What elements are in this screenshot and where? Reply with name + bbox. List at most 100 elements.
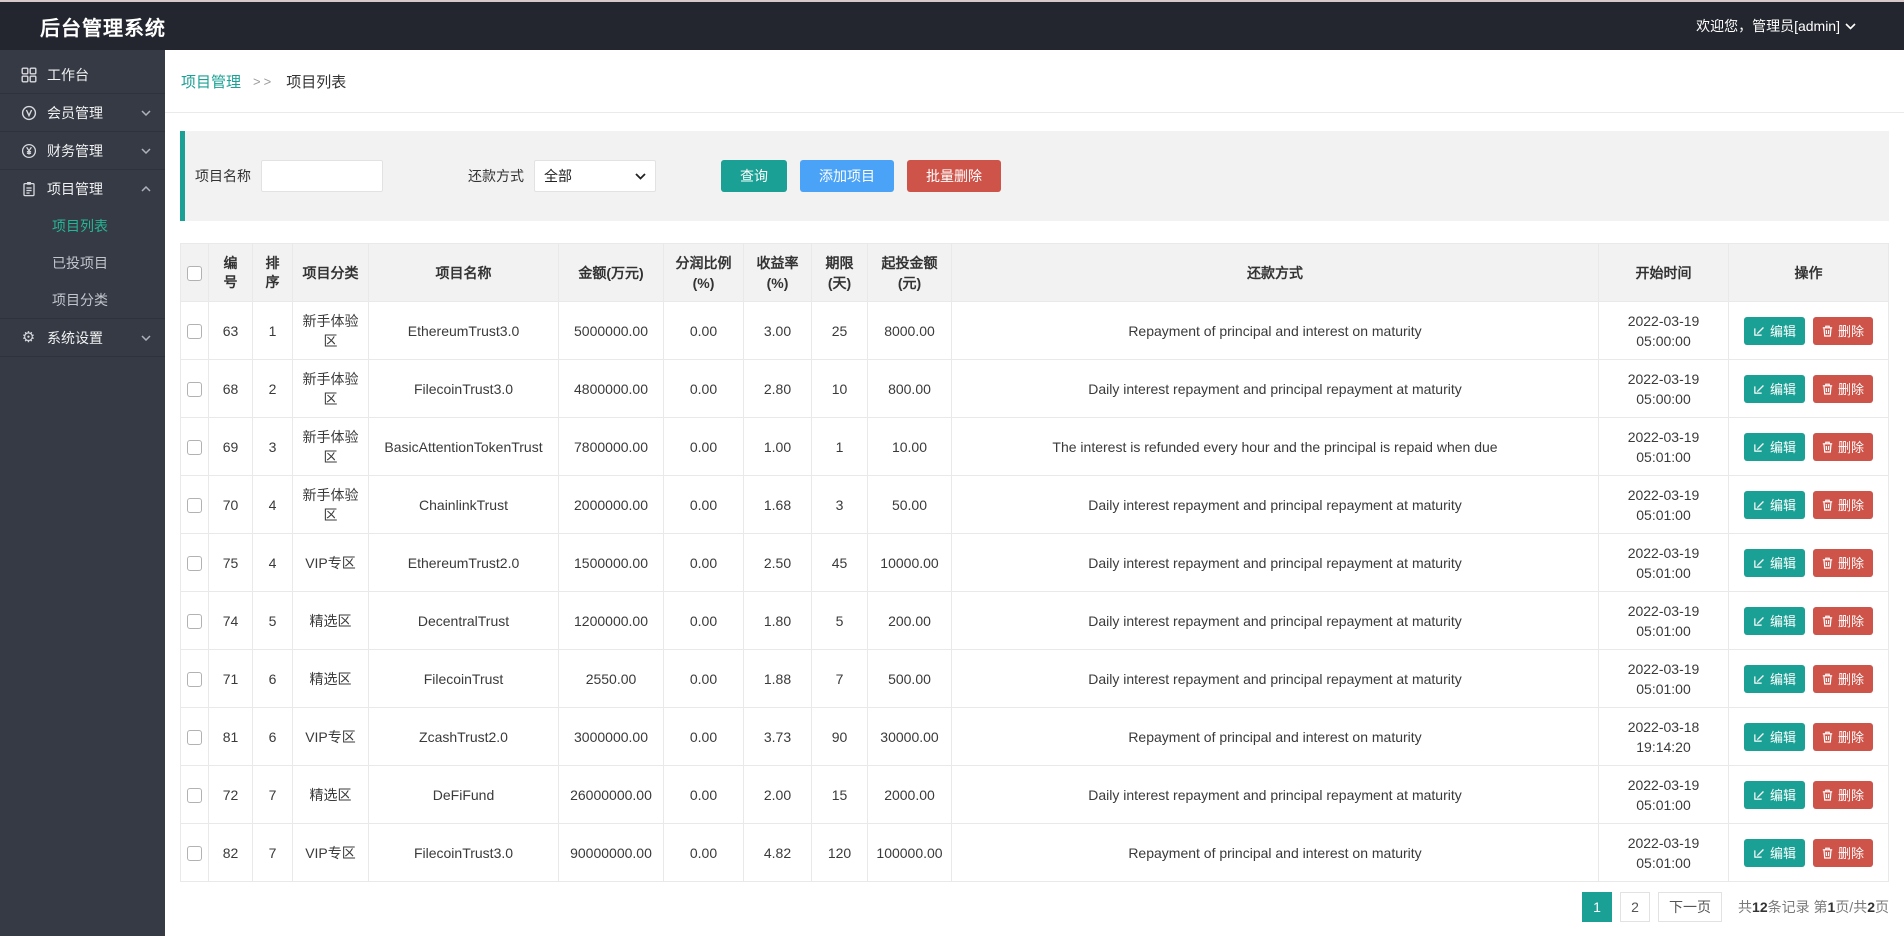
edit-button[interactable]: 编辑: [1744, 375, 1805, 403]
cell-name: BasicAttentionTokenTrust: [369, 418, 559, 476]
pagination-summary: 共12条记录 第1页/共2页: [1738, 897, 1889, 917]
delete-button[interactable]: 删除: [1813, 781, 1873, 809]
delete-button[interactable]: 删除: [1813, 375, 1873, 403]
cell-share-ratio: 0.00: [664, 360, 744, 418]
cell-select: [181, 824, 209, 882]
delete-button[interactable]: 删除: [1813, 607, 1873, 635]
batch-delete-button[interactable]: 批量删除: [907, 160, 1001, 192]
delete-button[interactable]: 删除: [1813, 433, 1873, 461]
cell-amount: 4800000.00: [559, 360, 664, 418]
edit-button[interactable]: 编辑: [1744, 665, 1805, 693]
cell-term: 15: [812, 766, 868, 824]
cell-category: VIP专区: [293, 708, 369, 766]
header-min-invest: 起投金额(元): [868, 244, 952, 302]
edit-button[interactable]: 编辑: [1744, 433, 1805, 461]
cell-start-time: 2022-03-19 05:01:00: [1599, 824, 1729, 882]
summary-part: 页/共: [1835, 899, 1867, 915]
cell-min-invest: 200.00: [868, 592, 952, 650]
cell-repay-method: Daily interest repayment and principal r…: [952, 650, 1599, 708]
cell-sort: 7: [253, 824, 293, 882]
edit-button[interactable]: 编辑: [1744, 549, 1805, 577]
edit-button[interactable]: 编辑: [1744, 317, 1805, 345]
cell-term: 45: [812, 534, 868, 592]
main-content: 项目管理 >> 项目列表 项目名称 还款方式 全部 查询 添加项目 批量删除: [165, 50, 1904, 936]
cell-actions: 编辑 删除: [1729, 476, 1889, 534]
cell-id: 63: [209, 302, 253, 360]
add-project-button[interactable]: 添加项目: [800, 160, 894, 192]
delete-button[interactable]: 删除: [1813, 549, 1873, 577]
sidebar-item-projects[interactable]: 项目管理: [0, 170, 165, 207]
row-checkbox[interactable]: [187, 382, 202, 397]
page-button-1[interactable]: 1: [1582, 892, 1612, 922]
sidebar-item-workbench[interactable]: 工作台: [0, 56, 165, 93]
edit-icon: [1753, 673, 1765, 685]
chevron-down-icon: [635, 173, 646, 180]
table-header-row: 编号 排序 项目分类 项目名称 金额(万元) 分润比例(%) 收益率(%) 期限…: [181, 244, 1889, 302]
sidebar-subitem-invested-projects[interactable]: 已投项目: [0, 244, 165, 281]
cell-min-invest: 30000.00: [868, 708, 952, 766]
page-button-2[interactable]: 2: [1620, 892, 1650, 922]
repay-method-select[interactable]: 全部: [534, 160, 656, 192]
cell-start-time: 2022-03-19 05:01:00: [1599, 592, 1729, 650]
cell-name: DecentralTrust: [369, 592, 559, 650]
table-body: 63 1 新手体验区 EthereumTrust3.0 5000000.00 0…: [181, 302, 1889, 882]
delete-button[interactable]: 删除: [1813, 839, 1873, 867]
row-checkbox[interactable]: [187, 440, 202, 455]
delete-button[interactable]: 删除: [1813, 665, 1873, 693]
filter-panel: 项目名称 还款方式 全部 查询 添加项目 批量删除: [180, 131, 1889, 221]
cell-sort: 3: [253, 418, 293, 476]
cell-min-invest: 10.00: [868, 418, 952, 476]
cell-repay-method: Daily interest repayment and principal r…: [952, 476, 1599, 534]
delete-button[interactable]: 删除: [1813, 317, 1873, 345]
cell-select: [181, 592, 209, 650]
next-page-button[interactable]: 下一页: [1658, 892, 1722, 922]
sidebar-item-settings[interactable]: ⚙ 系统设置: [0, 319, 165, 356]
row-checkbox[interactable]: [187, 730, 202, 745]
delete-button[interactable]: 删除: [1813, 723, 1873, 751]
edit-button[interactable]: 编辑: [1744, 781, 1805, 809]
row-checkbox[interactable]: [187, 498, 202, 513]
sidebar-subitem-project-list[interactable]: 项目列表: [0, 207, 165, 244]
row-checkbox[interactable]: [187, 672, 202, 687]
cell-share-ratio: 0.00: [664, 302, 744, 360]
delete-icon: [1822, 789, 1833, 801]
cell-name: FilecoinTrust: [369, 650, 559, 708]
delete-button[interactable]: 删除: [1813, 491, 1873, 519]
projects-table: 编号 排序 项目分类 项目名称 金额(万元) 分润比例(%) 收益率(%) 期限…: [180, 243, 1889, 882]
header-amount: 金额(万元): [559, 244, 664, 302]
row-checkbox[interactable]: [187, 788, 202, 803]
cell-start-time: 2022-03-19 05:01:00: [1599, 476, 1729, 534]
sidebar-subitem-project-categories[interactable]: 项目分类: [0, 281, 165, 318]
search-button[interactable]: 查询: [721, 160, 787, 192]
edit-button[interactable]: 编辑: [1744, 839, 1805, 867]
edit-icon: [1753, 615, 1765, 627]
breadcrumb-parent[interactable]: 项目管理: [181, 71, 241, 92]
sidebar-item-finance[interactable]: 财务管理: [0, 132, 165, 169]
cell-id: 70: [209, 476, 253, 534]
row-checkbox[interactable]: [187, 324, 202, 339]
select-all-checkbox[interactable]: [187, 266, 202, 281]
cell-name: ZcashTrust2.0: [369, 708, 559, 766]
row-checkbox[interactable]: [187, 556, 202, 571]
project-name-input[interactable]: [261, 160, 383, 192]
summary-total-pages: 2: [1867, 899, 1875, 915]
user-menu[interactable]: 欢迎您，管理员[admin]: [1696, 16, 1856, 36]
row-checkbox[interactable]: [187, 846, 202, 861]
cell-yield: 2.50: [744, 534, 812, 592]
header-repay-method: 还款方式: [952, 244, 1599, 302]
cell-repay-method: Repayment of principal and interest on m…: [952, 708, 1599, 766]
sidebar-item-members[interactable]: 会员管理: [0, 94, 165, 131]
delete-icon: [1822, 557, 1833, 569]
cell-id: 75: [209, 534, 253, 592]
cell-sort: 6: [253, 708, 293, 766]
row-checkbox[interactable]: [187, 614, 202, 629]
cell-sort: 5: [253, 592, 293, 650]
edit-button[interactable]: 编辑: [1744, 607, 1805, 635]
app-title: 后台管理系统: [40, 12, 166, 41]
edit-button[interactable]: 编辑: [1744, 491, 1805, 519]
edit-button[interactable]: 编辑: [1744, 723, 1805, 751]
cell-term: 10: [812, 360, 868, 418]
finance-icon: [20, 142, 37, 159]
cell-name: FilecoinTrust3.0: [369, 824, 559, 882]
chevron-down-icon: [1845, 23, 1856, 30]
